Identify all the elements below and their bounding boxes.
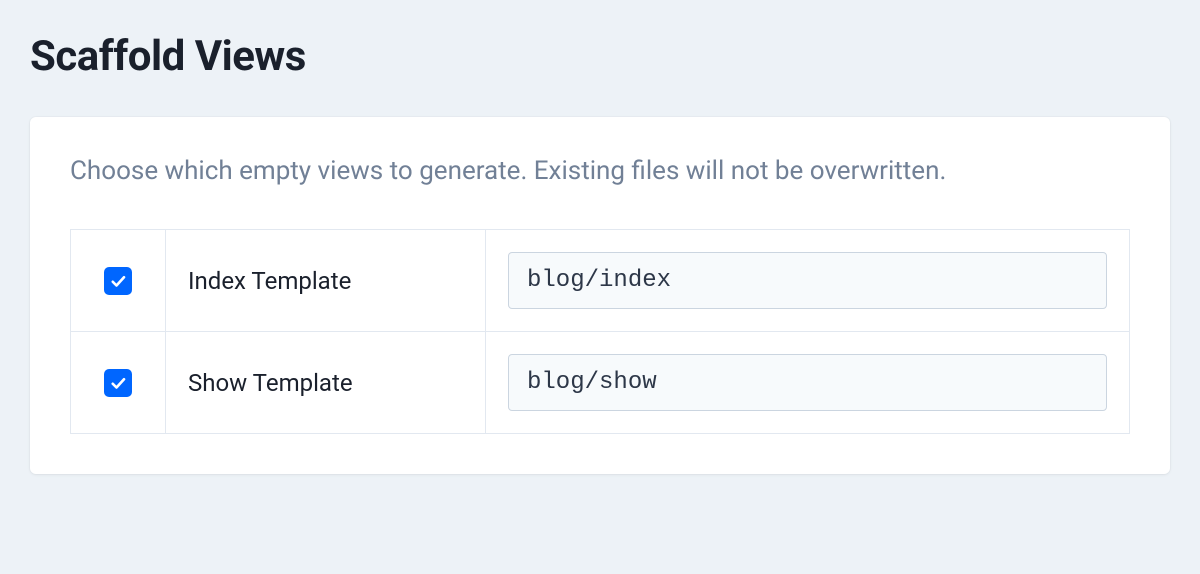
table-row: Index Template — [71, 230, 1130, 332]
check-icon — [109, 374, 127, 392]
cell-input — [486, 230, 1130, 332]
cell-checkbox — [71, 332, 166, 434]
views-table: Index Template Show Template — [70, 229, 1130, 434]
cell-input — [486, 332, 1130, 434]
row-label: Show Template — [166, 332, 486, 434]
check-icon — [109, 272, 127, 290]
row-label: Index Template — [166, 230, 486, 332]
checkbox-show-template[interactable] — [104, 369, 132, 397]
cell-checkbox — [71, 230, 166, 332]
scaffold-card: Choose which empty views to generate. Ex… — [30, 117, 1170, 474]
page-title: Scaffold Views — [30, 32, 1200, 81]
table-row: Show Template — [71, 332, 1130, 434]
checkbox-index-template[interactable] — [104, 267, 132, 295]
index-template-input[interactable] — [508, 252, 1107, 309]
show-template-input[interactable] — [508, 354, 1107, 411]
card-description: Choose which empty views to generate. Ex… — [70, 153, 1130, 189]
